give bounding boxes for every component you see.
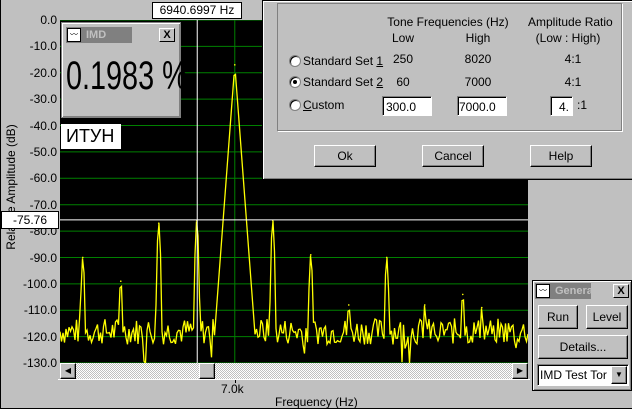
y-tick-label: -40.0 <box>29 118 57 133</box>
standard-set-1-low: 250 <box>392 52 414 66</box>
custom-low-input[interactable]: 300.0 <box>382 96 432 116</box>
ok-button[interactable]: Ok <box>314 145 376 167</box>
peak-marker <box>119 280 122 283</box>
custom-high-input[interactable]: 7000.0 <box>457 96 507 116</box>
peak-marker <box>461 293 464 296</box>
peak-marker <box>385 256 388 259</box>
peak-marker <box>347 304 350 306</box>
y-tick-label: -70.0 <box>29 197 57 212</box>
peak-marker <box>157 222 160 224</box>
peak-marker <box>81 256 84 259</box>
waveform-selected: IMD Test Tor <box>540 368 607 382</box>
label-text: ustom <box>311 98 345 112</box>
imd-window[interactable]: 〰 IMD X 0.1983 % <box>61 22 188 118</box>
y-tick-label: -50.0 <box>29 145 57 159</box>
peak-marker <box>233 64 236 66</box>
waveform-select[interactable]: IMD Test Tor ▼ <box>537 364 629 386</box>
standard-set-2-label[interactable]: Standard Set 2 <box>303 75 383 89</box>
y-tick-label: -120.0 <box>22 329 57 344</box>
tone-frequencies-header: Tone Frequencies (Hz) <box>387 15 509 29</box>
y-tick-label: -110.0 <box>23 303 57 318</box>
scroll-left-button[interactable]: ◀ <box>60 363 76 379</box>
custom-ratio-input[interactable]: 4. <box>550 96 573 116</box>
label-text: Standard Set <box>303 75 377 89</box>
low-header: Low <box>391 31 414 45</box>
y-tick-label: 0.0 <box>40 13 57 27</box>
run-button[interactable]: Run <box>538 305 578 329</box>
overlay-label: ИТУН <box>61 124 121 149</box>
y-tick-label: -130.0 <box>22 356 57 371</box>
custom-label[interactable]: Custom <box>303 98 344 112</box>
y-tick-label: -90.0 <box>29 250 57 265</box>
peak-marker <box>309 254 312 256</box>
cursor-frequency-readout: 6940.6997 Hz <box>152 2 242 19</box>
standard-set-1-high: 8020 <box>464 52 492 66</box>
scroll-right-button[interactable]: ▶ <box>512 363 528 379</box>
level-button[interactable]: Level <box>586 305 628 329</box>
ratio-subheader: (Low : High) <box>535 31 601 45</box>
label-text: Standard Set <box>303 54 377 68</box>
help-button[interactable]: Help <box>530 145 592 167</box>
y-tick-label: -30.0 <box>29 92 57 107</box>
y-tick-label: -20.0 <box>29 65 57 80</box>
generator-title-bar[interactable]: 〰 Genera <box>535 283 591 299</box>
label-accelerator: C <box>303 98 312 112</box>
high-header: High <box>465 31 491 45</box>
waveform-icon: 〰 <box>67 28 81 42</box>
imd-value: 0.1983 % <box>66 54 188 98</box>
dropdown-arrow-icon[interactable]: ▼ <box>611 366 627 384</box>
standard-set-1-radio[interactable] <box>289 55 301 67</box>
standard-set-1-ratio: 4:1 <box>564 52 582 66</box>
scroll-thumb[interactable] <box>199 363 215 379</box>
standard-set-2-radio[interactable] <box>289 76 301 88</box>
peak-marker <box>423 304 426 306</box>
imd-title: IMD <box>86 29 107 41</box>
horizontal-scrollbar[interactable]: ◀ ▶ <box>60 363 528 379</box>
details-button[interactable]: Details... <box>538 335 628 359</box>
amplitude-ratio-header: Amplitude Ratio <box>528 15 613 29</box>
x-tick-label: 7.0k <box>221 382 244 396</box>
y-tick-label: -100.0 <box>22 277 57 291</box>
standard-set-2-low: 60 <box>396 75 410 89</box>
cancel-button[interactable]: Cancel <box>422 145 484 167</box>
x-axis-label: Frequency (Hz) <box>275 395 358 409</box>
waveform-icon: 〰 <box>536 284 550 298</box>
generator-close-button[interactable]: X <box>613 284 629 298</box>
y-tick-label: -60.0 <box>29 171 57 186</box>
imd-close-button[interactable]: X <box>159 28 175 42</box>
generator-window[interactable]: 〰 Genera X Run Level Details... IMD Test… <box>532 280 632 391</box>
cursor-amplitude-readout: -75.76 <box>1 211 59 229</box>
standard-set-2-ratio: 4:1 <box>564 75 582 89</box>
y-tick-label: -10.0 <box>29 39 57 54</box>
imd-title-bar[interactable]: 〰 IMD <box>66 27 132 43</box>
standard-set-2-high: 7000 <box>464 75 492 89</box>
custom-radio[interactable] <box>289 99 301 111</box>
peak-marker <box>480 306 483 309</box>
x-axis-line <box>58 379 530 380</box>
generator-title: Genera <box>555 285 591 297</box>
y-axis-label: Relative Amplitude (dB) <box>4 124 18 250</box>
imd-settings-dialog[interactable]: Tone Frequencies (Hz) Low High Amplitude… <box>262 0 632 180</box>
custom-ratio-suffix: :1 <box>577 98 588 112</box>
standard-set-1-label[interactable]: Standard Set 1 <box>303 54 383 68</box>
